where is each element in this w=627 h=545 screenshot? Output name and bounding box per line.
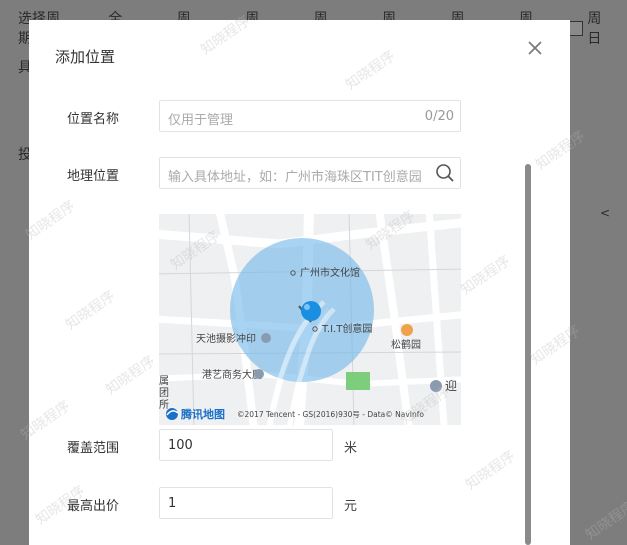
watermark-text: 知晓程序 (23, 197, 79, 243)
watermark-text: 知晓程序 (63, 287, 119, 333)
watermark-text: 知晓程序 (18, 397, 74, 443)
watermark-text: 知晓程序 (583, 497, 627, 543)
watermark-text: 知晓程序 (458, 252, 514, 298)
watermark-text: 知晓程序 (343, 47, 399, 93)
watermark-text: 知晓程序 (168, 227, 224, 273)
watermark-text: 知晓程序 (398, 382, 454, 428)
watermark-text: 知晓程序 (363, 207, 419, 253)
watermark-text: 知晓程序 (528, 322, 584, 368)
watermark-text: 知晓程序 (103, 352, 159, 398)
watermark-text: 知晓程序 (198, 12, 254, 58)
watermark-text: 知晓程序 (463, 447, 519, 493)
watermark-text: 知晓程序 (533, 127, 589, 173)
watermark-text: 知晓程序 (33, 482, 89, 528)
watermark-layer: 知晓程序 知晓程序 知晓程序 知晓程序 知晓程序 知晓程序 知晓程序 知晓程序 … (18, 12, 627, 543)
